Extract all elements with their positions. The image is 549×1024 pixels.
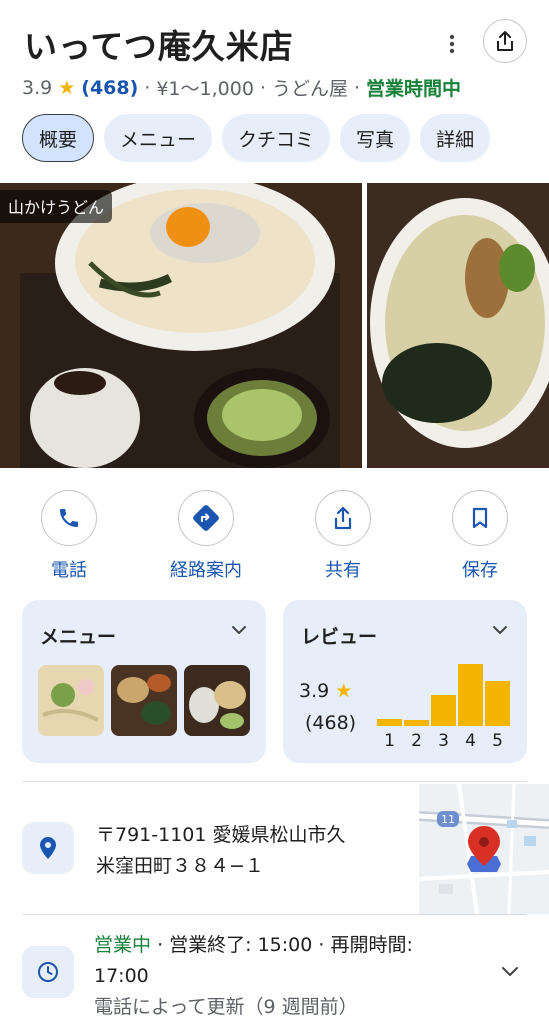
tab-overview[interactable]: 概要 xyxy=(22,114,95,162)
share-label: 共有 xyxy=(325,560,361,581)
photo-secondary[interactable] xyxy=(367,183,549,468)
share-icon xyxy=(334,506,352,530)
chevron-down-icon xyxy=(493,626,507,634)
tab-details[interactable]: 詳細 xyxy=(420,114,491,162)
address-line-1: 〒791-1101 愛媛県松山市久 xyxy=(96,824,346,846)
star-icon: ★ xyxy=(335,680,353,702)
histogram-tick-label: 4 xyxy=(465,731,476,750)
photo-caption: 山かけうどん xyxy=(0,190,113,223)
histogram-tick-label: 3 xyxy=(438,731,449,750)
star-icon: ★ xyxy=(58,76,76,99)
menu-photo-image xyxy=(184,665,250,736)
location-pin-icon xyxy=(40,837,56,859)
divider xyxy=(22,914,527,915)
place-title: いってつ庵久米店 xyxy=(24,27,294,66)
menu-photo-image xyxy=(111,665,177,736)
review-card[interactable]: レビュー 3.9 ★ (468) 12345 xyxy=(283,600,527,763)
menu-thumbnail[interactable] xyxy=(38,665,104,736)
bookmark-icon xyxy=(472,507,488,529)
hours-status: 営業中 xyxy=(94,934,152,956)
histogram-tick-label: 5 xyxy=(492,731,503,750)
address-line-2: 米窪田町３８４−１ xyxy=(96,855,264,877)
address-text[interactable]: 〒791-1101 愛媛県松山市久 米窪田町３８４−１ xyxy=(96,820,396,882)
divider xyxy=(22,781,527,782)
directions-label: 経路案内 xyxy=(170,560,242,581)
map-road-label: 11 xyxy=(441,812,455,826)
rating-value: 3.9 xyxy=(22,76,53,99)
review-count: (468) xyxy=(305,712,357,734)
category: うどん屋 xyxy=(271,78,348,100)
call-action[interactable]: 電話 xyxy=(14,490,124,582)
chevron-down-icon xyxy=(502,967,518,976)
save-action[interactable]: 保存 xyxy=(425,490,535,582)
review-card-title: レビュー xyxy=(301,626,378,648)
histogram-bar xyxy=(377,719,402,726)
call-button[interactable] xyxy=(41,490,97,546)
chevron-down-icon xyxy=(232,626,246,634)
separator: · xyxy=(318,934,325,956)
open-status: 営業時間中 xyxy=(366,78,462,100)
directions-icon xyxy=(193,505,219,531)
udon-photo-image xyxy=(0,183,362,468)
hours-reopen-time: 17:00 xyxy=(94,965,149,987)
separator: · xyxy=(353,76,361,99)
menu-photo-image xyxy=(38,665,104,736)
hours-updated: 電話によって更新（9 週間前） xyxy=(94,996,358,1018)
hours-expand-button[interactable] xyxy=(500,964,520,983)
map-thumbnail[interactable]: 11 xyxy=(419,784,549,914)
directions-action[interactable]: 経路案内 xyxy=(151,490,261,582)
histogram-bar xyxy=(404,720,429,726)
rating-histogram: 12345 xyxy=(377,664,510,750)
tab-chips: 概要 メニュー クチコミ 写真 詳細 xyxy=(22,114,491,162)
price-range: ¥1～1,000 xyxy=(156,78,254,100)
share-button-top[interactable] xyxy=(483,19,527,63)
share-icon xyxy=(497,31,513,51)
map-image xyxy=(419,784,549,914)
more-vert-icon xyxy=(449,34,455,54)
histogram-bar xyxy=(485,681,510,726)
save-button[interactable] xyxy=(452,490,508,546)
histogram-tick-label: 1 xyxy=(384,731,395,750)
review-rating: 3.9 ★ xyxy=(299,680,352,702)
hours-reopen: 再開時間: xyxy=(330,934,413,956)
hours-text[interactable]: 営業中 · 営業終了: 15:00 · 再開時間: 17:00 電話によって更新… xyxy=(94,930,464,1023)
hours-icon-box xyxy=(22,946,74,998)
address-icon-box xyxy=(22,822,74,874)
menu-thumbnail[interactable] xyxy=(111,665,177,736)
place-meta: 3.9 ★ (468) · ¥1～1,000 · うどん屋 · 営業時間中 xyxy=(22,74,461,101)
histogram-tick-label: 2 xyxy=(411,731,422,750)
clock-icon xyxy=(38,962,58,982)
menu-card[interactable]: メニュー xyxy=(22,600,266,763)
phone-icon xyxy=(60,509,78,527)
review-count-link[interactable]: (468) xyxy=(81,77,138,99)
separator: · xyxy=(157,934,164,956)
directions-button[interactable] xyxy=(178,490,234,546)
menu-thumbnail[interactable] xyxy=(184,665,250,736)
hours-close: 営業終了: 15:00 xyxy=(169,934,313,956)
udon-photo-image xyxy=(367,183,549,468)
separator: · xyxy=(259,76,266,99)
menu-card-title: メニュー xyxy=(40,626,117,648)
share-button[interactable] xyxy=(315,490,371,546)
separator: · xyxy=(144,76,151,99)
tab-reviews[interactable]: クチコミ xyxy=(222,114,331,162)
histogram-bar xyxy=(458,664,483,726)
save-label: 保存 xyxy=(462,560,498,581)
tab-photos[interactable]: 写真 xyxy=(340,114,411,162)
histogram-bar xyxy=(431,695,456,726)
share-action[interactable]: 共有 xyxy=(288,490,398,582)
more-options-button[interactable] xyxy=(437,26,467,62)
photo-main[interactable] xyxy=(0,183,362,468)
call-label: 電話 xyxy=(51,560,87,581)
review-rating-value: 3.9 xyxy=(299,680,330,702)
tab-menu[interactable]: メニュー xyxy=(104,114,213,162)
